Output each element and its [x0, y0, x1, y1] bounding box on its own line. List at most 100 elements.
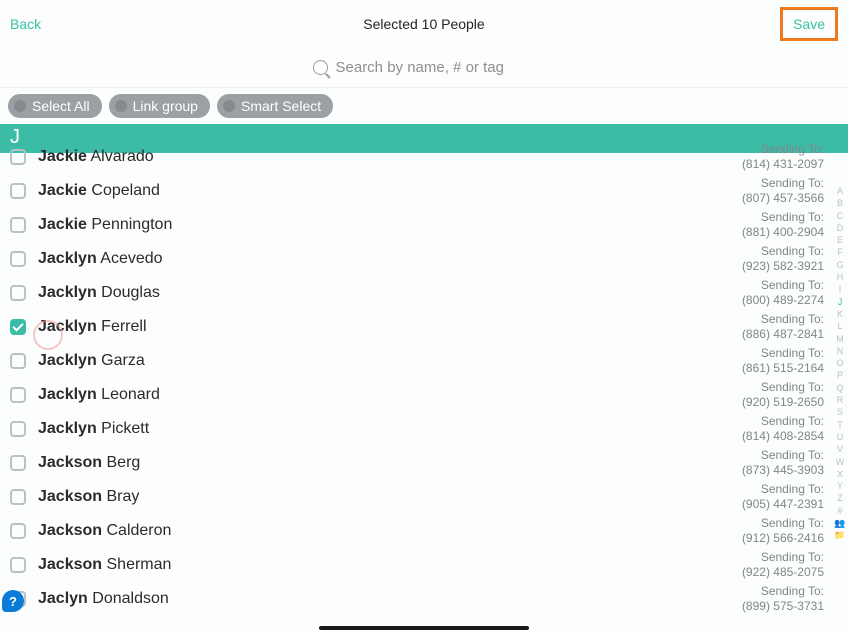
contact-last-name: Copeland [87, 182, 160, 199]
contact-row[interactable]: Jacklyn PickettSending To:(814) 408-2854 [0, 412, 834, 446]
contact-row[interactable]: Jaclyn DonaldsonSending To:(899) 575-373… [0, 582, 834, 616]
index-letter[interactable]: S [837, 406, 843, 418]
sending-to-phone: (814) 431-2097 [742, 157, 824, 172]
index-letter[interactable]: I [839, 283, 842, 295]
contact-checkbox[interactable] [10, 523, 26, 539]
index-letter[interactable]: Y [837, 480, 843, 492]
contact-first-name: Jackie [38, 148, 87, 165]
contact-name: Jacklyn Ferrell [38, 318, 147, 336]
index-letter[interactable]: O [836, 357, 843, 369]
contact-last-name: Alvarado [87, 148, 154, 165]
contact-name: Jacklyn Douglas [38, 284, 160, 302]
index-letter[interactable]: K [837, 308, 843, 320]
contact-checkbox[interactable] [10, 285, 26, 301]
chip-label: Select All [32, 98, 90, 114]
contact-first-name: Jaclyn [38, 590, 88, 607]
index-letter[interactable]: L [837, 320, 842, 332]
sending-to-phone: (923) 582-3921 [742, 259, 824, 274]
contact-checkbox[interactable] [10, 251, 26, 267]
page-title: Selected 10 People [363, 16, 484, 32]
index-letter[interactable]: N [837, 345, 844, 357]
index-letter[interactable]: A [837, 185, 843, 197]
sending-to-label: Sending To: [742, 176, 824, 191]
contact-row[interactable]: Jacklyn Garza Sending To:(861) 515-2164 [0, 344, 834, 378]
contact-first-name: Jacklyn [38, 352, 97, 369]
smart-select-chip[interactable]: Smart Select [217, 94, 333, 118]
sending-to-block: Sending To:(922) 485-2075 [742, 550, 824, 580]
contact-row[interactable]: Jackson CalderonSending To:(912) 566-241… [0, 514, 834, 548]
select-all-chip[interactable]: Select All [8, 94, 102, 118]
index-letter[interactable]: W [836, 456, 845, 468]
index-letter[interactable]: J [838, 296, 843, 308]
contact-first-name: Jacklyn [38, 250, 97, 267]
contact-last-name: Bray [102, 488, 139, 505]
index-letter[interactable]: V [837, 443, 843, 455]
index-letter[interactable]: H [837, 271, 844, 283]
contact-checkbox[interactable] [10, 319, 26, 335]
contact-checkbox[interactable] [10, 217, 26, 233]
contact-checkbox[interactable] [10, 455, 26, 471]
chip-dot-icon [14, 100, 26, 112]
filter-chips-row: Select All Link group Smart Select [0, 88, 848, 124]
contact-row[interactable]: Jackson ShermanSending To:(922) 485-2075 [0, 548, 834, 582]
index-letter[interactable]: # [837, 505, 842, 517]
index-letter[interactable]: R [837, 394, 844, 406]
index-extra-icon[interactable]: 👥 [834, 517, 845, 529]
index-letter[interactable]: Q [836, 382, 843, 394]
home-indicator [319, 626, 529, 630]
contact-list[interactable]: Jackie AlvaradoSending To:(814) 431-2097… [0, 140, 834, 634]
contact-checkbox[interactable] [10, 489, 26, 505]
save-button[interactable]: Save [793, 16, 825, 32]
sending-to-label: Sending To: [742, 550, 824, 565]
help-bubble-icon[interactable]: ? [2, 590, 24, 612]
sending-to-block: Sending To:(873) 445-3903 [742, 448, 824, 478]
sending-to-block: Sending To:(807) 457-3566 [742, 176, 824, 206]
contact-row[interactable]: Jacklyn LeonardSending To:(920) 519-2650 [0, 378, 834, 412]
contact-checkbox[interactable] [10, 557, 26, 573]
sending-to-block: Sending To:(881) 400-2904 [742, 210, 824, 240]
contact-checkbox[interactable] [10, 387, 26, 403]
search-input[interactable] [336, 59, 536, 76]
chip-label: Link group [133, 98, 198, 114]
contact-row[interactable]: Jackson BergSending To:(873) 445-3903 [0, 446, 834, 480]
contact-row[interactable]: Jackie AlvaradoSending To:(814) 431-2097 [0, 140, 834, 174]
index-letter[interactable]: E [837, 234, 843, 246]
contact-row[interactable]: Jackie CopelandSending To:(807) 457-3566 [0, 174, 834, 208]
index-letter[interactable]: D [837, 222, 844, 234]
sending-to-phone: (807) 457-3566 [742, 191, 824, 206]
contact-row[interactable]: Jackie PenningtonSending To:(881) 400-29… [0, 208, 834, 242]
contact-name: Jackson Bray [38, 488, 139, 506]
index-letter[interactable]: P [837, 369, 843, 381]
contact-checkbox[interactable] [10, 149, 26, 165]
index-letter[interactable]: C [837, 210, 844, 222]
contact-checkbox[interactable] [10, 353, 26, 369]
index-extra-icon[interactable]: 📁 [834, 529, 845, 541]
link-group-chip[interactable]: Link group [109, 94, 210, 118]
sending-to-label: Sending To: [742, 346, 824, 361]
contact-last-name: Leonard [97, 386, 160, 403]
index-letter[interactable]: M [836, 333, 844, 345]
index-letter[interactable]: F [837, 246, 843, 258]
contact-row[interactable]: Jacklyn DouglasSending To:(800) 489-2274 [0, 276, 834, 310]
contact-row[interactable]: Jacklyn AcevedoSending To:(923) 582-3921 [0, 242, 834, 276]
contact-name: Jacklyn Garza [38, 352, 145, 370]
index-letter[interactable]: Z [837, 492, 843, 504]
sending-to-label: Sending To: [742, 414, 824, 429]
index-letter[interactable]: U [837, 431, 844, 443]
index-letter[interactable]: B [837, 197, 843, 209]
sending-to-block: Sending To:(814) 408-2854 [742, 414, 824, 444]
contact-row[interactable]: Jackson BraySending To:(905) 447-2391 [0, 480, 834, 514]
contact-checkbox[interactable] [10, 421, 26, 437]
sending-to-phone: (861) 515-2164 [742, 361, 824, 376]
index-letter[interactable]: G [836, 259, 843, 271]
sending-to-block: Sending To:(923) 582-3921 [742, 244, 824, 274]
alphabet-index-rail[interactable]: ABCDEFGHIJKLMNOPQRSTUVWXYZ#👥📁 [834, 185, 846, 542]
header-bar: Back Selected 10 People Save [0, 0, 848, 48]
contact-last-name: Pickett [97, 420, 149, 437]
contact-checkbox[interactable] [10, 183, 26, 199]
back-button[interactable]: Back [10, 16, 41, 32]
contact-first-name: Jackson [38, 454, 102, 471]
index-letter[interactable]: X [837, 468, 843, 480]
contact-row[interactable]: Jacklyn FerrellSending To:(886) 487-2841 [0, 310, 834, 344]
index-letter[interactable]: T [837, 419, 843, 431]
